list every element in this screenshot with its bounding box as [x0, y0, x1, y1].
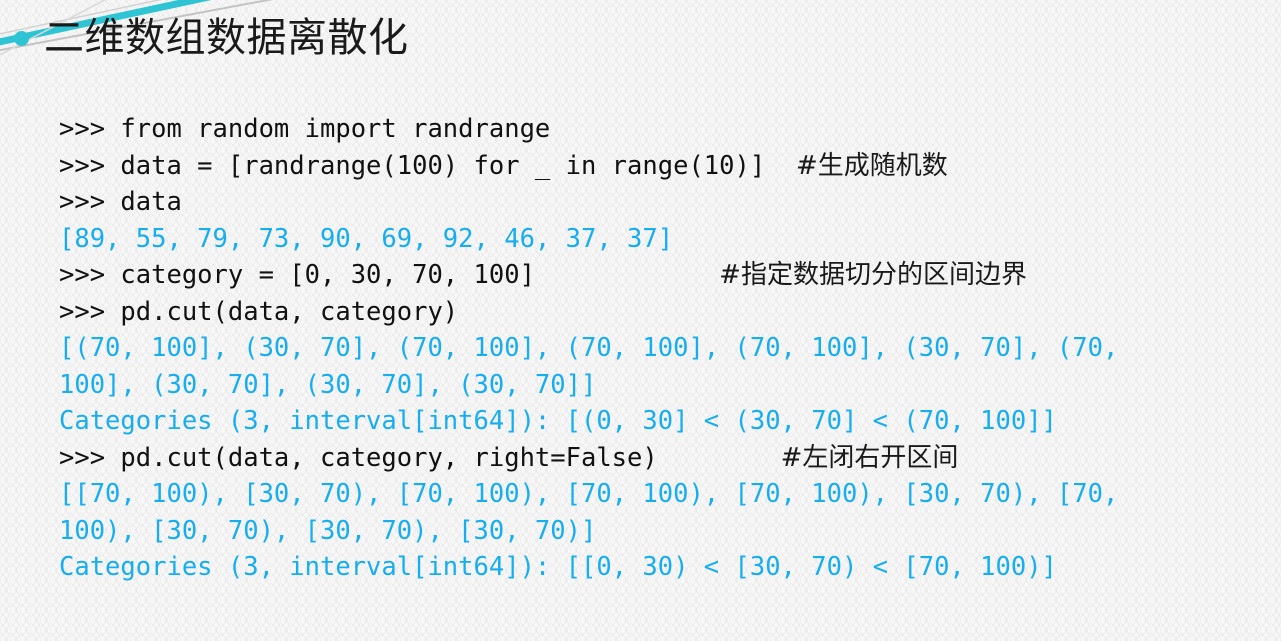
console-line-code: [89, 55, 79, 73, 90, 69, 92, 46, 37, 37]	[59, 223, 674, 254]
console-comment-gap	[765, 151, 796, 181]
console-line: [89, 55, 79, 73, 90, 69, 92, 46, 37, 37]	[59, 221, 1269, 258]
code-console: >>> from random import randrange >>> dat…	[59, 111, 1269, 586]
console-line: >>> pd.cut(data, category)	[59, 294, 1269, 331]
console-line: [[70, 100), [30, 70), [70, 100), [70, 10…	[59, 476, 1269, 513]
console-line: >>> pd.cut(data, category, right=False) …	[59, 440, 1269, 477]
console-line-code: >>> from random import randrange	[59, 114, 551, 144]
console-line-code: Categories (3, interval[int64]): [(0, 30…	[59, 406, 1057, 436]
console-line: >>> from random import randrange	[59, 111, 1269, 148]
console-line-code: >>> data = [randrange(100) for _ in rang…	[59, 150, 766, 181]
console-line-code: >>> pd.cut(data, category, right=False)	[59, 442, 658, 473]
console-line-code: Categories (3, interval[int64]): [[0, 30…	[59, 552, 1057, 582]
console-line: >>> data	[59, 184, 1269, 221]
slide-title-row: 二维数组数据离散化	[14, 18, 409, 58]
console-line: Categories (3, interval[int64]): [[0, 30…	[59, 549, 1269, 586]
console-line: 100), [30, 70), [30, 70), [30, 70)]	[59, 513, 1269, 550]
console-line: Categories (3, interval[int64]): [(0, 30…	[59, 403, 1269, 440]
console-comment-gap	[535, 260, 719, 290]
console-line-code: [(70, 100], (30, 70], (70, 100], (70, 10…	[59, 333, 1119, 363]
console-line: [(70, 100], (30, 70], (70, 100], (70, 10…	[59, 330, 1269, 367]
console-line: 100], (30, 70], (30, 70], (30, 70]]	[59, 367, 1269, 404]
console-line: >>> data = [randrange(100) for _ in rang…	[59, 148, 1269, 185]
console-comment-gap	[658, 443, 781, 473]
slide-canvas: 二维数组数据离散化 >>> from random import randran…	[0, 0, 1281, 641]
console-line-code: [[70, 100), [30, 70), [70, 100), [70, 10…	[59, 479, 1119, 509]
console-line-comment: #左闭右开区间	[780, 442, 959, 473]
console-line-comment: #生成随机数	[795, 150, 948, 181]
console-line-code: 100], (30, 70], (30, 70], (30, 70]]	[59, 369, 597, 400]
bullet-dot-icon	[14, 30, 29, 46]
page-title: 二维数组数据离散化	[44, 15, 409, 61]
console-line-code: >>> category = [0, 30, 70, 100]	[59, 260, 535, 290]
console-line-comment: #指定数据切分的区间边界	[719, 260, 1027, 290]
console-line-code: >>> pd.cut(data, category)	[59, 296, 459, 327]
console-line: >>> category = [0, 30, 70, 100] #指定数据切分的…	[59, 257, 1269, 294]
console-line-code: >>> data	[59, 187, 182, 217]
console-line-code: 100), [30, 70), [30, 70), [30, 70)]	[59, 515, 597, 546]
